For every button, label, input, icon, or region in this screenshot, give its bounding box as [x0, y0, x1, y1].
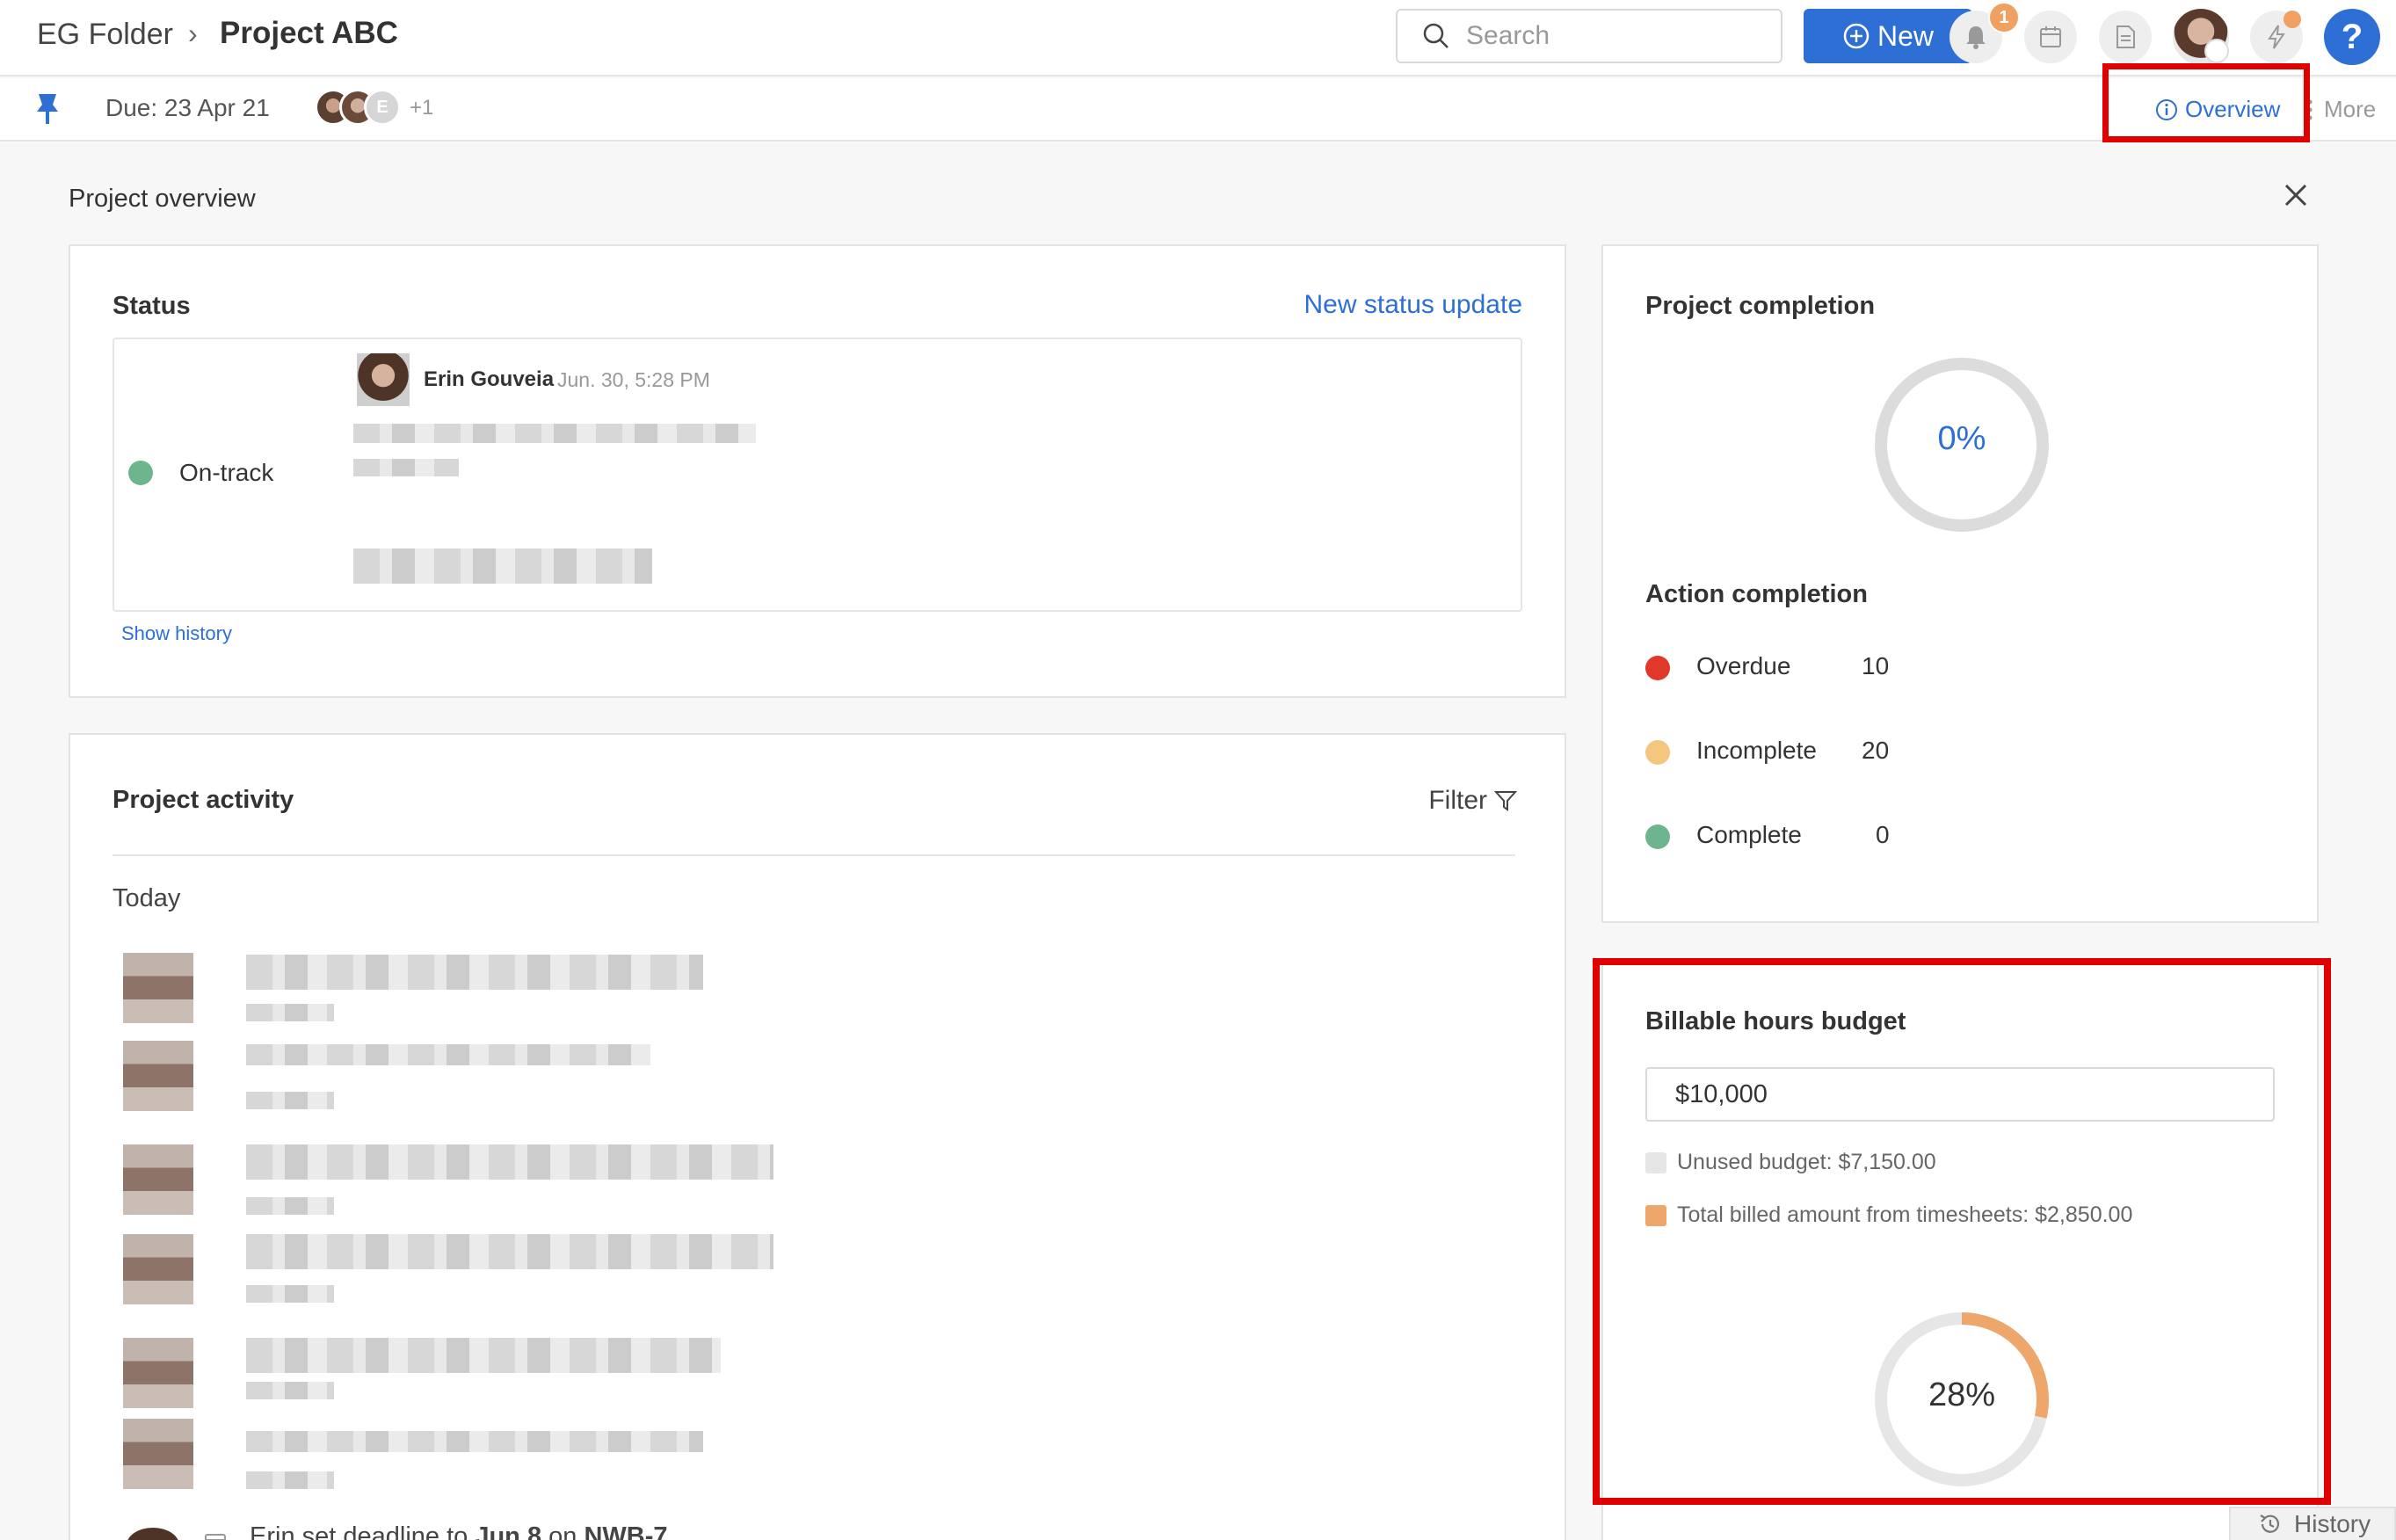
- filter-icon: [1494, 791, 1517, 811]
- redacted-text: [246, 1471, 334, 1489]
- overdue-dot: [1645, 656, 1670, 680]
- history-button[interactable]: History: [2229, 1507, 2396, 1540]
- complete-dot: [1645, 824, 1670, 849]
- activity-entry-deadline: Erin set deadline to Jun 8 on NWB-7: [250, 1522, 668, 1540]
- redacted-text: [353, 424, 756, 443]
- activity-entry-prefix: Erin set deadline to: [250, 1522, 476, 1540]
- show-history-link[interactable]: Show history: [121, 622, 232, 645]
- history-icon: [2260, 1515, 2280, 1533]
- activity-entry-ref[interactable]: NWB-7: [584, 1522, 667, 1540]
- redacted-text: [246, 1197, 334, 1215]
- member-avatar-initial: E: [364, 89, 401, 126]
- project-subbar: Due: 23 Apr 21 E +1 Overview More: [0, 78, 2396, 142]
- status-title: Status: [113, 292, 191, 320]
- completion-card: Project completion 0% Action completion …: [1601, 244, 2319, 923]
- activity-avatar: [123, 1419, 193, 1489]
- history-label: History: [2294, 1510, 2371, 1537]
- redacted-text: [246, 1338, 721, 1373]
- new-status-update-link[interactable]: New status update: [1304, 290, 1522, 320]
- redacted-text: [246, 1004, 334, 1021]
- action-count: 10: [1862, 652, 1890, 679]
- redacted-text: [353, 548, 652, 584]
- action-label: Complete: [1696, 821, 1802, 848]
- author-avatar: [357, 353, 410, 406]
- breadcrumb-root[interactable]: EG Folder: [37, 18, 173, 52]
- action-count: 20: [1862, 737, 1890, 764]
- completion-title: Project completion: [1645, 292, 1876, 320]
- redacted-text: [246, 1234, 773, 1269]
- redacted-text: [246, 955, 703, 990]
- breadcrumb-separator: ›: [188, 18, 198, 49]
- action-count: 0: [1876, 821, 1890, 848]
- status-card: Status New status update Erin Gouveia Ju…: [69, 244, 1566, 698]
- search-input[interactable]: [1466, 21, 1756, 51]
- activity-avatar: [123, 1338, 193, 1408]
- activity-entry-middle: on: [541, 1522, 584, 1540]
- more-button[interactable]: More: [2305, 96, 2376, 123]
- filter-button[interactable]: Filter: [1428, 786, 1517, 816]
- calendar-icon: [2040, 26, 2061, 47]
- search-icon: [1423, 23, 1448, 48]
- help-button[interactable]: ?: [2324, 9, 2380, 65]
- bell-icon: [1966, 26, 1986, 49]
- status-timestamp: Jun. 30, 5:28 PM: [557, 368, 710, 391]
- redacted-text: [246, 1285, 334, 1303]
- redacted-text: [353, 459, 459, 476]
- overview-heading: Project overview: [69, 185, 256, 213]
- notification-badge: 1: [1988, 2, 2020, 33]
- redacted-text: [246, 1092, 334, 1109]
- activity-avatar: [127, 1528, 179, 1540]
- activity-avatar: [123, 1144, 193, 1215]
- activity-avatar: [123, 1041, 193, 1111]
- calendar-button[interactable]: [2024, 11, 2077, 63]
- status-author: Erin Gouveia: [424, 367, 555, 391]
- timesheet-button[interactable]: [2099, 11, 2152, 63]
- activity-entry-date: Jun 8: [475, 1522, 542, 1540]
- more-label: More: [2324, 96, 2377, 122]
- top-bar: EG Folder › Project ABC New 1: [0, 0, 2396, 76]
- page-title: Project ABC: [220, 16, 398, 50]
- activity-avatar: [123, 953, 193, 1023]
- incomplete-dot: [1645, 740, 1670, 765]
- redacted-text: [246, 1382, 334, 1399]
- document-icon: [2116, 25, 2135, 48]
- status-dot: [128, 461, 153, 485]
- quick-actions-dot: [2283, 11, 2301, 28]
- due-date[interactable]: Due: 23 Apr 21: [105, 94, 270, 122]
- activity-card: Project activity Filter Today Erin set d…: [69, 733, 1566, 1540]
- member-avatars[interactable]: E: [315, 89, 401, 126]
- status-entry: Erin Gouveia Jun. 30, 5:28 PM On-track: [113, 338, 1522, 612]
- status-state: On-track: [179, 459, 274, 486]
- filter-label: Filter: [1428, 786, 1487, 815]
- completion-percent: 0%: [1937, 420, 1986, 457]
- redacted-text: [246, 1431, 703, 1452]
- calendar-icon: [205, 1534, 226, 1540]
- redacted-text: [246, 1144, 773, 1180]
- bolt-icon: [2268, 25, 2285, 49]
- action-label: Incomplete: [1696, 737, 1817, 764]
- divider: [113, 854, 1515, 856]
- search-box[interactable]: [1396, 9, 1782, 63]
- pin-icon[interactable]: [32, 91, 63, 127]
- action-completion-title: Action completion: [1645, 580, 1868, 608]
- new-button[interactable]: New: [1804, 9, 1972, 63]
- activity-avatar: [123, 1234, 193, 1304]
- status-mini-icon: [2204, 39, 2229, 63]
- activity-title: Project activity: [113, 786, 294, 814]
- annotation-highlight-overview: [2102, 63, 2310, 142]
- close-icon[interactable]: [2282, 181, 2310, 209]
- action-label: Overdue: [1696, 652, 1791, 679]
- redacted-text: [246, 1044, 650, 1065]
- annotation-highlight-budget: [1593, 958, 2331, 1505]
- plus-circle-icon: [1843, 23, 1870, 49]
- new-button-label: New: [1877, 19, 1934, 52]
- today-label: Today: [113, 884, 181, 912]
- extra-members-count[interactable]: +1: [410, 96, 433, 120]
